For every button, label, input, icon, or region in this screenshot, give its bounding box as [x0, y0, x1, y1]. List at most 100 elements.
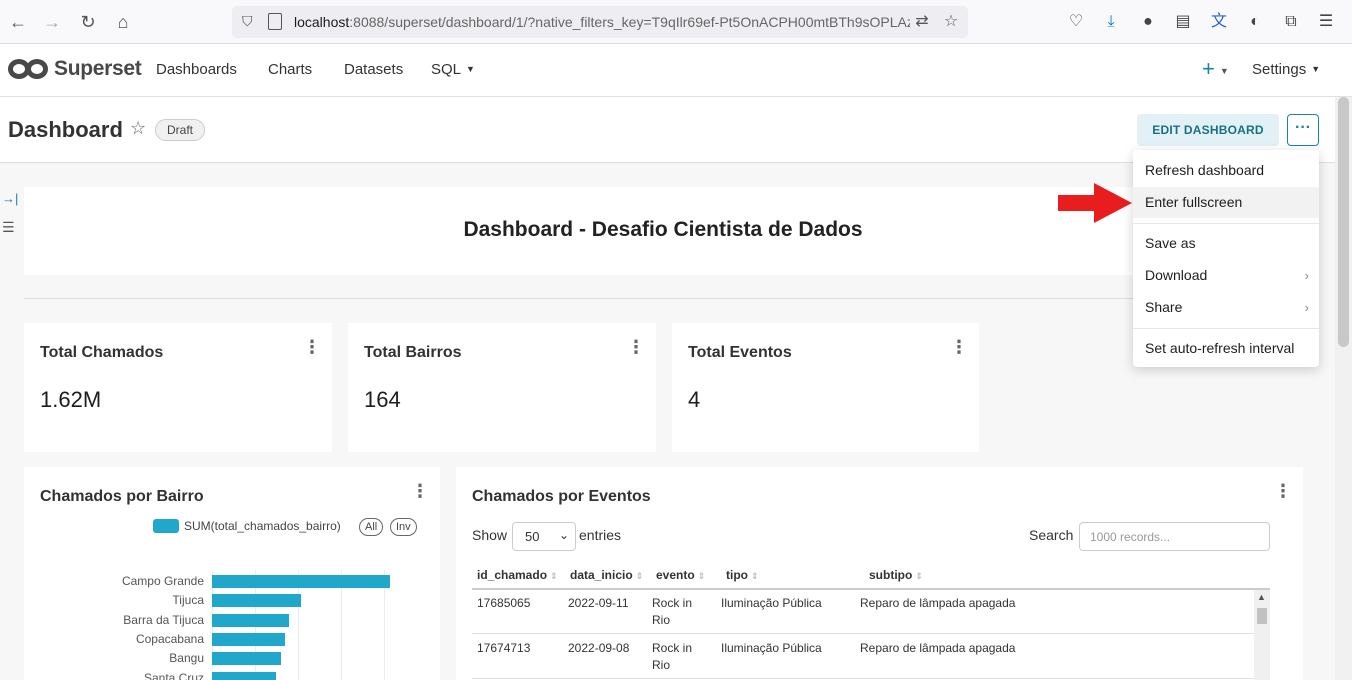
menu-item-label: Download: [1145, 267, 1208, 283]
table-header-divider: [472, 588, 1270, 590]
chart-legend[interactable]: SUM(total_chamados_bairro): [153, 519, 341, 533]
column-label: evento: [656, 568, 695, 582]
column-header-id-chamado[interactable]: id_chamado ⇕: [477, 568, 558, 582]
kpi-value: 1.62M: [40, 387, 102, 412]
kpi-card-total-eventos: Total Eventos ⋮ 4: [672, 323, 979, 452]
favorite-star-icon[interactable]: ☆: [130, 118, 146, 139]
column-header-tipo[interactable]: tipo ⇕: [726, 568, 759, 582]
filter-sidebar-collapsed: →| ☰: [0, 163, 18, 680]
url-host: localhost: [294, 14, 350, 30]
legend-swatch: [153, 519, 179, 533]
extensions-puzzle-icon[interactable]: ⧉: [1281, 12, 1301, 32]
nav-charts[interactable]: Charts: [268, 61, 312, 78]
translate-icon[interactable]: ⇄: [912, 12, 932, 32]
chart-menu-icon[interactable]: ⋮: [950, 338, 968, 356]
cell-id-chamado: 17685065: [477, 596, 531, 610]
chart-menu-icon[interactable]: ⋮: [303, 338, 321, 356]
reload-icon[interactable]: ↻: [76, 10, 100, 34]
bar[interactable]: [212, 575, 390, 588]
address-bar[interactable]: ⛉ localhost:8088/superset/dashboard/1/?n…: [232, 6, 968, 38]
cell-tipo: Iluminação Pública: [721, 596, 822, 610]
expand-filters-icon[interactable]: →|: [2, 191, 18, 206]
app-header: Superset Dashboards Charts Datasets SQL ▼…: [0, 44, 1352, 97]
cell-data-inicio: 2022-09-08: [568, 641, 630, 655]
settings-menu[interactable]: Settings ▼: [1252, 61, 1320, 78]
download-icon[interactable]: ⤓: [1101, 12, 1121, 32]
dashboard-title[interactable]: Dashboard: [8, 117, 123, 143]
menu-item-set-auto-refresh[interactable]: Set auto-refresh interval: [1133, 333, 1319, 364]
bar-category-label: Barra da Tijuca: [123, 612, 204, 627]
pocket-icon[interactable]: ♡: [1066, 12, 1086, 32]
translate-extension-icon[interactable]: 文: [1209, 12, 1229, 32]
page-size-select[interactable]: 50 ⌄: [512, 522, 576, 551]
dashboard-options-menu: Refresh dashboard Enter fullscreen Save …: [1133, 150, 1319, 367]
bar-category-label: Bangu: [169, 651, 204, 666]
menu-item-download[interactable]: Download ›: [1133, 260, 1319, 291]
menu-divider: [1133, 223, 1319, 224]
bookmark-star-icon[interactable]: ☆: [941, 12, 961, 32]
column-header-evento[interactable]: evento ⇕: [656, 568, 705, 582]
home-icon[interactable]: ⌂: [111, 10, 135, 34]
red-arrow-annotation: [1058, 183, 1132, 223]
filter-icon[interactable]: ☰: [2, 219, 15, 236]
url-text: localhost:8088/superset/dashboard/1/?nat…: [294, 14, 910, 30]
page-scrollbar-thumb[interactable]: [1338, 97, 1349, 347]
nav-sql[interactable]: SQL ▼: [431, 61, 475, 78]
sort-icon: ⇕: [751, 571, 759, 581]
entries-label: entries: [579, 527, 622, 543]
legend-invert-button[interactable]: Inv: [390, 518, 417, 536]
legend-select-all-button[interactable]: All: [359, 518, 384, 536]
hamburger-menu-icon[interactable]: ☰: [1316, 12, 1336, 32]
extension-icon[interactable]: ◐: [1245, 12, 1265, 32]
bar[interactable]: [212, 613, 289, 627]
superset-logo-icon: [8, 57, 50, 81]
avatar-icon[interactable]: ●: [1138, 12, 1158, 32]
nav-datasets[interactable]: Datasets: [344, 61, 403, 78]
search-label: Search: [1029, 527, 1074, 543]
back-icon[interactable]: ←: [6, 10, 30, 34]
row-divider: [472, 678, 1254, 679]
menu-item-save-as[interactable]: Save as: [1133, 228, 1319, 259]
cell-subtipo: Reparo de lâmpada apagada: [860, 641, 1016, 655]
bar-chart-plot: Campo Grande Tijuca Barra da Tijuca Copacab…: [24, 570, 440, 680]
page-scrollbar[interactable]: [1335, 97, 1352, 680]
nav-dashboards[interactable]: Dashboards: [156, 61, 237, 78]
kpi-title: Total Eventos: [688, 344, 792, 361]
cell-tipo: Iluminação Pública: [721, 641, 822, 655]
column-header-subtipo[interactable]: subtipo ⇕: [869, 568, 923, 582]
page-icon: [268, 13, 282, 30]
menu-item-share[interactable]: Share ›: [1133, 292, 1319, 323]
edit-dashboard-button[interactable]: EDIT DASHBOARD: [1137, 114, 1279, 146]
column-header-data-inicio[interactable]: data_inicio ⇕: [570, 568, 643, 582]
bar[interactable]: [212, 594, 301, 608]
browser-toolbar: ← → ↻ ⌂ ⛉ localhost:8088/superset/dashbo…: [0, 0, 1352, 44]
superset-logo[interactable]: Superset: [8, 57, 142, 81]
caret-down-icon: ▼: [1219, 66, 1229, 76]
kpi-value: 4: [688, 387, 701, 412]
add-new-button[interactable]: + ▼: [1202, 56, 1229, 82]
chevron-down-icon: ⌄: [558, 528, 569, 542]
chart-menu-icon[interactable]: ⋮: [1274, 482, 1292, 500]
cell-evento: Rock in Rio: [652, 641, 693, 672]
table-scrollbar[interactable]: ▲: [1254, 590, 1270, 680]
draft-badge[interactable]: Draft: [155, 119, 206, 141]
chart-menu-icon[interactable]: ⋮: [411, 482, 429, 500]
reader-icon[interactable]: ▤: [1173, 12, 1193, 32]
chart-menu-icon[interactable]: ⋮: [627, 338, 645, 356]
url-path: :8088/superset/dashboard/1/?native_filte…: [349, 14, 910, 30]
bar[interactable]: [212, 671, 277, 680]
table-scrollbar-thumb[interactable]: [1257, 608, 1267, 624]
bar[interactable]: [212, 632, 285, 646]
scroll-up-icon[interactable]: ▲: [1257, 592, 1266, 602]
bar[interactable]: [212, 652, 282, 666]
column-label: subtipo: [869, 568, 913, 582]
show-label: Show: [472, 527, 508, 543]
forward-icon[interactable]: →: [40, 10, 64, 34]
table-search-input[interactable]: [1079, 522, 1270, 551]
menu-item-refresh-dashboard[interactable]: Refresh dashboard: [1133, 155, 1319, 186]
column-label: tipo: [726, 568, 748, 582]
menu-item-enter-fullscreen[interactable]: Enter fullscreen: [1133, 187, 1319, 218]
more-options-button[interactable]: ···: [1287, 114, 1319, 146]
kpi-card-total-bairros: Total Bairros ⋮ 164: [348, 323, 656, 452]
sort-icon: ⇕: [915, 571, 923, 581]
